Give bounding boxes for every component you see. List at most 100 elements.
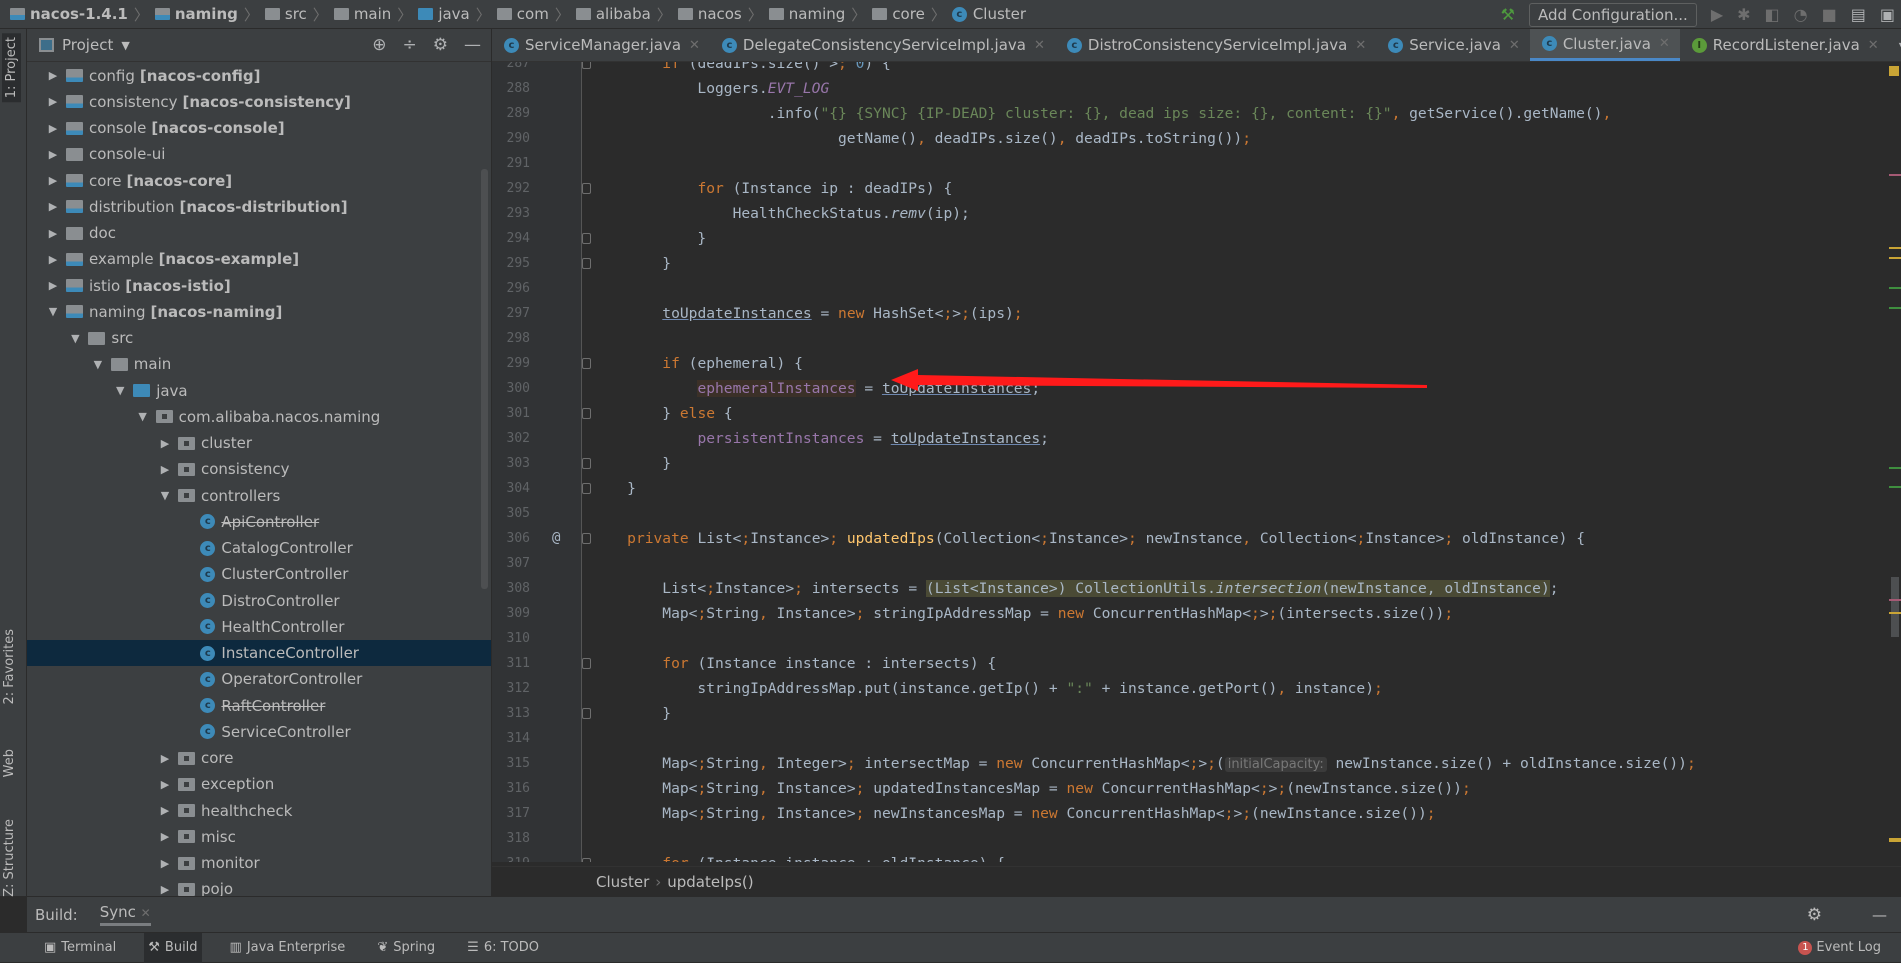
- collapsed-arrow-icon[interactable]: ▶: [158, 804, 172, 817]
- tree-item-distrocontroller[interactable]: c DistroController: [27, 588, 491, 614]
- editor-scrollbar-thumb[interactable]: [1891, 577, 1899, 637]
- stripe-mark[interactable]: [1889, 612, 1901, 614]
- close-tab-icon[interactable]: ✕: [1868, 38, 1879, 53]
- hide-icon[interactable]: —: [1872, 906, 1887, 924]
- fold-marker-icon[interactable]: [582, 62, 591, 69]
- tool-java-enterprise[interactable]: ▥ Java Enterprise: [226, 933, 350, 963]
- tool-spring[interactable]: ❦ Spring: [373, 933, 439, 963]
- run-icon[interactable]: ▶: [1711, 5, 1723, 24]
- tool-build[interactable]: ⚒ Build: [144, 932, 202, 963]
- collapsed-arrow-icon[interactable]: ▶: [158, 778, 172, 791]
- stripe-mark[interactable]: [1889, 247, 1901, 249]
- tree-item-servicecontroller[interactable]: c ServiceController: [27, 719, 491, 745]
- fold-marker-icon[interactable]: [582, 658, 591, 669]
- tree-item-consistency[interactable]: ▶ consistency [nacos-consistency]: [27, 89, 491, 115]
- code-area[interactable]: 287 if (deadIPs.size() >; 0) {288 Logger…: [492, 62, 1887, 862]
- event-log-button[interactable]: 1 Event Log: [1798, 940, 1881, 955]
- analysis-status-icon[interactable]: [1889, 66, 1899, 76]
- gear-icon[interactable]: ⚙: [433, 35, 448, 55]
- tree-item-config[interactable]: ▶ config [nacos-config]: [27, 63, 491, 89]
- favorites-tool-tab[interactable]: 2: Favorites: [2, 629, 17, 705]
- project-tool-tab[interactable]: 1: Project: [2, 33, 21, 103]
- tree-item-core[interactable]: ▶ core: [27, 745, 491, 771]
- project-structure-icon[interactable]: ▤: [1851, 5, 1866, 24]
- tree-item-instancecontroller[interactable]: c InstanceController: [27, 640, 491, 666]
- stripe-mark[interactable]: [1889, 486, 1901, 488]
- tab-delegateconsistencyserviceimpl-java[interactable]: c DelegateConsistencyServiceImpl.java ✕: [710, 29, 1055, 61]
- tree-item-java[interactable]: ▼ java: [27, 378, 491, 404]
- tree-item-operatorcontroller[interactable]: c OperatorController: [27, 666, 491, 692]
- tool-terminal[interactable]: ▣ Terminal: [40, 933, 120, 963]
- breadcrumb-item[interactable]: nacos-1.4.1: [10, 5, 128, 23]
- tree-item-doc[interactable]: ▶ doc: [27, 220, 491, 246]
- tree-item-naming[interactable]: ▼ naming [nacos-naming]: [27, 299, 491, 325]
- tab-recordlistener-java[interactable]: I RecordListener.java ✕: [1680, 29, 1889, 61]
- fold-marker-icon[interactable]: [582, 483, 591, 494]
- collapsed-arrow-icon[interactable]: ▶: [158, 830, 172, 843]
- tree-item-core[interactable]: ▶ core [nacos-core]: [27, 168, 491, 194]
- tab-cluster-java[interactable]: c Cluster.java ✕: [1529, 29, 1680, 61]
- fold-marker-icon[interactable]: [582, 708, 591, 719]
- collapsed-arrow-icon[interactable]: ▶: [46, 122, 60, 135]
- tree-item-monitor[interactable]: ▶ monitor: [27, 850, 491, 876]
- breadcrumb-item[interactable]: alibaba: [575, 5, 651, 23]
- collapsed-arrow-icon[interactable]: ▶: [158, 437, 172, 450]
- stripe-mark[interactable]: [1889, 307, 1901, 309]
- fold-marker-icon[interactable]: [582, 358, 591, 369]
- collapsed-arrow-icon[interactable]: ▶: [158, 752, 172, 765]
- expanded-arrow-icon[interactable]: ▼: [136, 410, 150, 423]
- tree-item-example[interactable]: ▶ example [nacos-example]: [27, 246, 491, 272]
- close-tab-icon[interactable]: ✕: [1034, 38, 1045, 53]
- tool-6-todo[interactable]: ☰ 6: TODO: [463, 933, 543, 963]
- tree-item-main[interactable]: ▼ main: [27, 351, 491, 377]
- expanded-arrow-icon[interactable]: ▼: [158, 489, 172, 502]
- tree-item-healthcontroller[interactable]: c HealthController: [27, 614, 491, 640]
- tree-item-clustercontroller[interactable]: c ClusterController: [27, 561, 491, 587]
- tree-item-raftcontroller[interactable]: c RaftController: [27, 693, 491, 719]
- tree-item-com.alibaba.nacos.naming[interactable]: ▼ com.alibaba.nacos.naming: [27, 404, 491, 430]
- collapsed-arrow-icon[interactable]: ▶: [46, 69, 60, 82]
- expanded-arrow-icon[interactable]: ▼: [68, 332, 82, 345]
- fold-marker-icon[interactable]: [582, 258, 591, 269]
- tabs-overflow-button[interactable]: ▾≡3: [1889, 29, 1901, 61]
- expanded-arrow-icon[interactable]: ▼: [113, 384, 127, 397]
- stripe-mark[interactable]: [1889, 467, 1901, 469]
- stop-icon[interactable]: ■: [1822, 5, 1837, 24]
- tree-item-console-ui[interactable]: ▶ console-ui: [27, 141, 491, 167]
- tree-item-catalogcontroller[interactable]: c CatalogController: [27, 535, 491, 561]
- tab-service-java[interactable]: c Service.java ✕: [1376, 29, 1530, 61]
- gear-icon[interactable]: ⚙: [1807, 905, 1822, 925]
- tree-item-distribution[interactable]: ▶ distribution [nacos-distribution]: [27, 194, 491, 220]
- tree-item-istio[interactable]: ▶ istio [nacos-istio]: [27, 273, 491, 299]
- coverage-icon[interactable]: ◧: [1765, 5, 1780, 24]
- breadcrumb-method[interactable]: updateIps(): [667, 873, 753, 891]
- tab-servicemanager-java[interactable]: c ServiceManager.java ✕: [492, 29, 710, 61]
- expanded-arrow-icon[interactable]: ▼: [91, 358, 105, 371]
- breadcrumb-item[interactable]: src: [264, 5, 307, 23]
- tree-item-cluster[interactable]: ▶ cluster: [27, 430, 491, 456]
- fold-marker-icon[interactable]: [582, 408, 591, 419]
- tree-item-healthcheck[interactable]: ▶ healthcheck: [27, 798, 491, 824]
- breadcrumb-item[interactable]: c Cluster: [951, 5, 1026, 23]
- profile-icon[interactable]: ◔: [1794, 5, 1808, 24]
- hide-icon[interactable]: —: [464, 35, 481, 55]
- override-annotation-icon[interactable]: @: [552, 526, 560, 551]
- breadcrumb-class[interactable]: Cluster: [596, 873, 649, 891]
- sync-tab[interactable]: Sync ✕: [99, 903, 151, 926]
- fold-marker-icon[interactable]: [582, 233, 591, 244]
- breadcrumb-item[interactable]: nacos: [677, 5, 742, 23]
- structure-tool-tab[interactable]: Z: Structure: [2, 819, 17, 897]
- tree-item-src[interactable]: ▼ src: [27, 325, 491, 351]
- expanded-arrow-icon[interactable]: ▼: [46, 305, 60, 318]
- stripe-mark[interactable]: [1889, 287, 1901, 289]
- tree-item-exception[interactable]: ▶ exception: [27, 771, 491, 797]
- tab-distroconsistencyserviceimpl-java[interactable]: c DistroConsistencyServiceImpl.java ✕: [1055, 29, 1376, 61]
- locate-icon[interactable]: ⊕: [372, 35, 386, 55]
- terminal-window-icon[interactable]: ▣: [1880, 5, 1895, 24]
- collapsed-arrow-icon[interactable]: ▶: [46, 174, 60, 187]
- tree-item-console[interactable]: ▶ console [nacos-console]: [27, 115, 491, 141]
- tree-item-consistency[interactable]: ▶ consistency: [27, 456, 491, 482]
- collapsed-arrow-icon[interactable]: ▶: [46, 95, 60, 108]
- fold-marker-icon[interactable]: [582, 533, 591, 544]
- collapsed-arrow-icon[interactable]: ▶: [46, 148, 60, 161]
